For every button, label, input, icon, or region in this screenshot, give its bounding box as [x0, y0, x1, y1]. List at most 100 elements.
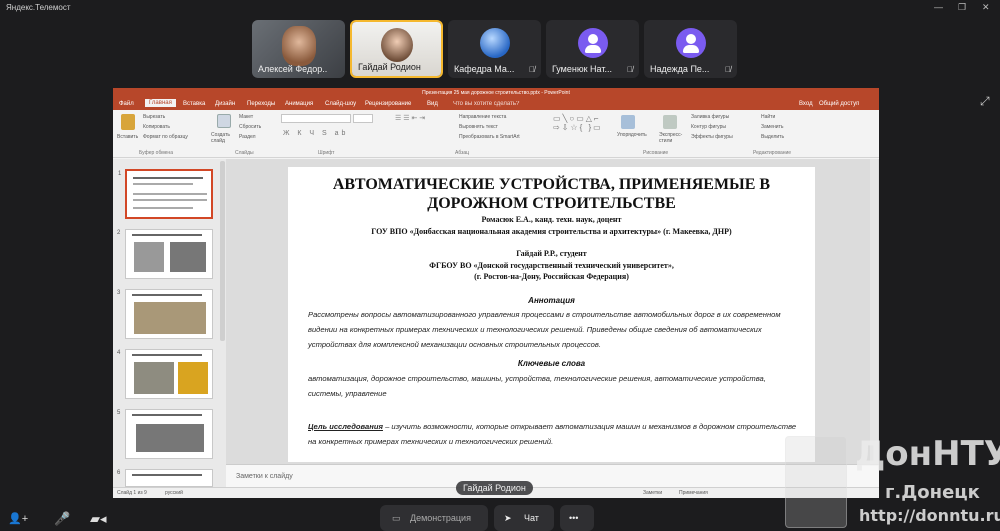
select-button[interactable]: Выделить: [761, 134, 784, 140]
tell-me-search[interactable]: Что вы хотите сделать?: [453, 101, 519, 107]
keywords-text: автоматизация, дорожное строительство, м…: [308, 374, 766, 398]
paste-button[interactable]: Вставить: [117, 134, 138, 140]
tab-insert[interactable]: Вставка: [183, 101, 205, 107]
slide-thumbnail[interactable]: 4: [117, 349, 213, 399]
fullscreen-icon[interactable]: ⤢: [980, 94, 990, 109]
more-button[interactable]: •••: [560, 505, 594, 531]
comments-toggle[interactable]: Примечания: [679, 490, 708, 496]
text-direction-button[interactable]: Направление текста: [459, 114, 506, 120]
participant-tile[interactable]: Надежда Пе... 🎙̸: [644, 20, 737, 78]
copy-button[interactable]: Копировать: [143, 124, 170, 130]
minimize-icon[interactable]: —: [934, 2, 943, 12]
person-photo: [380, 28, 413, 62]
tab-home[interactable]: Главная: [145, 99, 176, 107]
camera-icon[interactable]: ▰◂: [90, 511, 107, 527]
goal-label: Цель исследования: [308, 422, 383, 431]
participant-name: Гайдай Родион: [358, 62, 421, 72]
window-titlebar: Яндекс.Телемост — ❐ ✕: [0, 0, 1000, 16]
organization-2: ФГБОУ ВО «Донской государственный технич…: [429, 261, 674, 270]
language-indicator: русский: [165, 490, 183, 496]
speaker-caption: Гайдай Родион: [456, 481, 533, 495]
notes-pane[interactable]: Заметки к слайду: [226, 464, 879, 487]
ppt-ribbon-tabs: Файл Главная Вставка Дизайн Переходы Ани…: [113, 98, 879, 110]
align-text-button[interactable]: Выровнять текст: [459, 124, 498, 130]
tab-animation[interactable]: Анимация: [285, 101, 313, 107]
participant-tile-active[interactable]: Гайдай Родион: [350, 20, 443, 78]
organization-2-city: (г. Ростов-на-Дону, Российская Федерация…: [474, 272, 629, 281]
paste-icon[interactable]: [121, 114, 135, 130]
participant-name: Надежда Пе...: [650, 64, 710, 74]
smartart-button[interactable]: Преобразовать в SmartArt: [459, 134, 520, 140]
new-slide-icon[interactable]: [217, 114, 231, 128]
shapes-gallery[interactable]: ▭╲○▭△⌐ ⇨⇩☆{ }▭: [553, 114, 613, 140]
quick-styles-button[interactable]: Экспресс-стили: [659, 132, 685, 144]
shape-fill-button[interactable]: Заливка фигуры: [691, 114, 729, 120]
mic-off-icon: 🎙̸: [725, 65, 731, 74]
screen-share-icon: ▭: [392, 513, 401, 523]
find-button[interactable]: Найти: [761, 114, 775, 120]
list-icons[interactable]: ☰ ☰ ⇤ ⇥: [395, 114, 425, 122]
share-button[interactable]: Общий доступ: [819, 101, 859, 107]
participant-tile[interactable]: Гуменюк Нат... 🎙̸: [546, 20, 639, 78]
participant-tile[interactable]: Кафедра Ма... 🎙̸: [448, 20, 541, 78]
chat-button[interactable]: ➤ Чат: [494, 505, 554, 531]
new-slide-button[interactable]: Создать слайд: [211, 132, 235, 144]
slide-scrollbar[interactable]: [870, 159, 878, 464]
tab-view[interactable]: Вид: [427, 101, 438, 107]
reset-button[interactable]: Сбросить: [239, 124, 261, 130]
shape-outline-button[interactable]: Контур фигуры: [691, 124, 726, 130]
donntu-logo: [785, 436, 847, 528]
telemost-window: { "window": { "title": "Яндекс.Телемост"…: [0, 0, 1000, 531]
font-size-box[interactable]: [353, 114, 373, 123]
restore-icon[interactable]: ❐: [958, 2, 966, 13]
add-participant-icon[interactable]: 👤+: [8, 512, 28, 525]
notes-toggle[interactable]: Заметки: [643, 490, 662, 496]
slide-number: 2: [117, 230, 121, 236]
tab-slideshow[interactable]: Слайд-шоу: [325, 101, 356, 107]
shape-effects-button[interactable]: Эффекты фигуры: [691, 134, 733, 140]
slide-thumbnail[interactable]: 6: [117, 469, 213, 487]
user-avatar-icon: [577, 28, 608, 58]
format-painter-button[interactable]: Формат по образцу: [143, 134, 188, 140]
section-button[interactable]: Раздел: [239, 134, 256, 140]
tab-review[interactable]: Рецензирование: [365, 101, 411, 107]
donntu-watermark: ДонНТУ г.Донецк http://donntu.ru: [785, 432, 1000, 531]
tab-transitions[interactable]: Переходы: [247, 101, 275, 107]
tab-design[interactable]: Дизайн: [215, 101, 235, 107]
app-title: Яндекс.Телемост: [6, 3, 71, 12]
mic-off-icon: 🎙̸: [627, 65, 633, 74]
notes-placeholder: Заметки к слайду: [236, 473, 293, 480]
slide-thumbnail[interactable]: 1: [118, 169, 213, 219]
cut-button[interactable]: Вырезать: [143, 114, 165, 120]
arrange-button[interactable]: Упорядочить: [617, 132, 647, 138]
participant-tile[interactable]: Алексей Федор...: [252, 20, 345, 78]
screen-share-button[interactable]: ▭ Демонстрация: [380, 505, 488, 531]
slide: АВТОМАТИЧЕСКИЕ УСТРОЙСТВА, ПРИМЕНЯЕМЫЕ В…: [288, 167, 815, 462]
thumbnails-scrollbar[interactable]: [220, 161, 225, 341]
abstract-text: Рассмотрены вопросы автоматизированного …: [308, 310, 781, 349]
participant-name: Гуменюк Нат...: [552, 64, 612, 74]
author-1: Ромасюк Е.А., канд. техн. наук, доцент: [481, 215, 622, 224]
slide-thumbnail[interactable]: 5: [117, 409, 213, 459]
close-icon[interactable]: ✕: [982, 2, 990, 13]
keywords-heading: Ключевые слова: [517, 359, 586, 368]
arrange-icon[interactable]: [621, 115, 635, 129]
layout-button[interactable]: Макет: [239, 114, 253, 120]
slide-canvas: АВТОМАТИЧЕСКИЕ УСТРОЙСТВА, ПРИМЕНЯЕМЫЕ В…: [226, 159, 879, 487]
group-paragraph: Абзац: [455, 150, 470, 156]
slide-title: АВТОМАТИЧЕСКИЕ УСТРОЙСТВА, ПРИМЕНЯЕМЫЕ В…: [332, 176, 771, 212]
replace-button[interactable]: Заменить: [761, 124, 783, 130]
microphone-icon[interactable]: 🎤: [54, 511, 70, 527]
group-drawing: Рисование: [643, 150, 669, 156]
font-name-box[interactable]: [281, 114, 351, 123]
slide-thumbnail[interactable]: 2: [117, 229, 213, 279]
sign-in-link[interactable]: Вход: [799, 101, 813, 107]
mic-off-icon: 🎙̸: [529, 65, 535, 74]
slide-thumbnail[interactable]: 3: [117, 289, 213, 339]
quick-styles-icon[interactable]: [663, 115, 677, 129]
watermark-city: г.Донецк: [885, 482, 980, 503]
author-2: Гайдай Р.Р., студент: [516, 249, 587, 258]
tab-file[interactable]: Файл: [119, 101, 134, 107]
font-format-icons[interactable]: Ж К Ч S ab: [283, 130, 348, 137]
user-avatar-icon: [675, 28, 706, 58]
